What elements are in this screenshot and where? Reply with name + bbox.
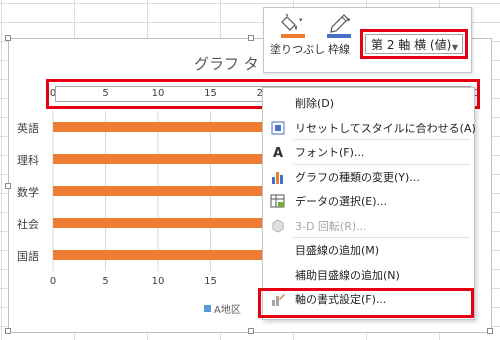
category-label: 社会 bbox=[17, 218, 39, 231]
context-menu-item-label: 目盛線の追加(M) bbox=[295, 244, 380, 257]
primary-axis-tick-label: 10 bbox=[152, 276, 165, 287]
blank-icon-slot bbox=[263, 264, 293, 286]
dropdown-caret-icon: ▼ bbox=[451, 43, 458, 52]
context-menu-item: 3-D 回転(R)... bbox=[263, 215, 474, 237]
context-menu-item-label: グラフの種類の変更(Y)... bbox=[295, 170, 420, 184]
category-label: 国語 bbox=[17, 250, 39, 263]
context-menu-item[interactable]: A フォント(F)... bbox=[263, 141, 474, 163]
chart-element-selector[interactable]: 第 2 軸 横 (値) ▼ bbox=[365, 34, 463, 54]
context-menu-item[interactable]: リセットしてスタイルに合わせる(A) bbox=[263, 117, 476, 139]
context-menu-item[interactable]: 削除(D) bbox=[263, 92, 474, 114]
context-menu-item[interactable]: データの選択(E)... bbox=[263, 190, 474, 212]
menu-separator bbox=[293, 139, 470, 140]
primary-axis-tick-label: 5 bbox=[102, 276, 108, 287]
reset-style-icon bbox=[263, 117, 293, 139]
context-menu-item[interactable]: グラフの種類の変更(Y)... bbox=[263, 166, 474, 188]
context-menu-item-label: リセットしてスタイルに合わせる(A) bbox=[295, 121, 476, 135]
outline-button-label: 枠線 bbox=[328, 43, 350, 56]
fill-button[interactable]: ▾ 塗りつぶし bbox=[270, 13, 326, 57]
category-label: 理科 bbox=[17, 154, 39, 167]
svg-text:▾: ▾ bbox=[299, 16, 303, 24]
legend-swatch bbox=[204, 305, 211, 312]
menu-separator bbox=[293, 163, 470, 165]
category-label: 数学 bbox=[17, 186, 39, 199]
context-menu: 削除(D) リセットしてスタイルに合わせる(A) A フォント(F)... グラフの種類… bbox=[262, 87, 476, 320]
context-menu-item-label: 削除(D) bbox=[295, 97, 335, 110]
chart-type-icon bbox=[263, 166, 293, 188]
select-data-icon bbox=[263, 190, 293, 212]
context-menu-item[interactable]: 目盛線の追加(M) bbox=[263, 239, 474, 261]
pen-icon: ▾ bbox=[325, 13, 353, 39]
primary-axis-tick-label: 15 bbox=[204, 276, 217, 287]
menu-separator bbox=[293, 237, 470, 238]
mini-toolbar: ▾ 塗りつぶし ▾ 枠線 第 2 軸 横 (値) ▼ bbox=[263, 7, 472, 73]
paint-bucket-icon: ▾ bbox=[279, 13, 307, 39]
fill-button-label: 塗りつぶし bbox=[270, 43, 326, 56]
context-menu-item-label: フォント(F)... bbox=[295, 146, 365, 159]
legend-label: A地区 bbox=[214, 305, 241, 316]
font-a-icon: A bbox=[263, 141, 293, 163]
blank-icon-slot bbox=[263, 239, 293, 261]
context-menu-item-label: 補助目盛線の追加(N) bbox=[295, 268, 400, 282]
rotate-3d-icon bbox=[263, 215, 293, 237]
outline-button[interactable]: ▾ 枠線 bbox=[322, 13, 356, 57]
format-axis-highlight bbox=[258, 288, 474, 318]
context-menu-item-label: データの選択(E)... bbox=[295, 195, 388, 208]
svg-text:▾: ▾ bbox=[347, 16, 351, 24]
context-menu-item[interactable]: 補助目盛線の追加(N) bbox=[263, 264, 474, 286]
svg-text:A: A bbox=[273, 146, 283, 160]
blank-icon-slot bbox=[263, 92, 293, 114]
primary-axis-tick-label: 0 bbox=[50, 276, 56, 287]
axis-selector-highlight: 第 2 軸 横 (値) ▼ bbox=[360, 29, 468, 59]
legend[interactable]: A地区 bbox=[204, 301, 241, 316]
context-menu-item-label: 3-D 回転(R)... bbox=[295, 219, 367, 233]
chart-element-selector-value: 第 2 軸 横 (値) bbox=[371, 37, 452, 52]
category-label: 英語 bbox=[17, 122, 39, 135]
